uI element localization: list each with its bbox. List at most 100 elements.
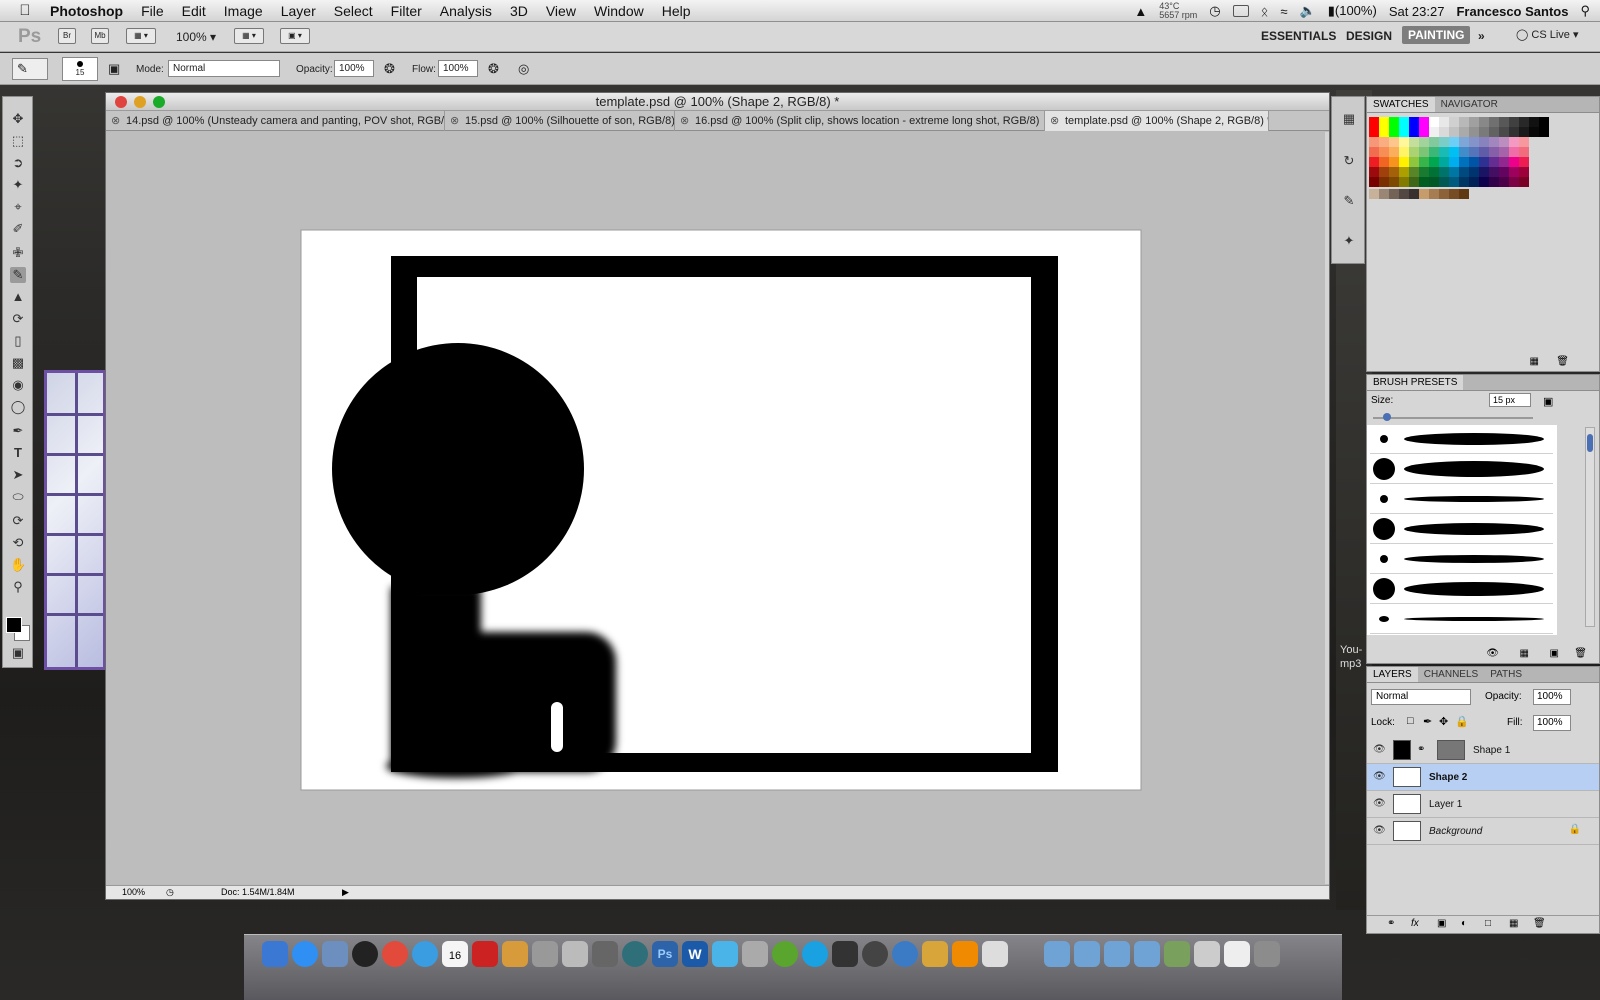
doc-tab-14[interactable]: ⊗ 14.psd @ 100% (Unsteady camera and pan… [106,111,445,131]
3d-orbit-tool-icon[interactable]: ⟲ [10,535,26,551]
tab-navigator[interactable]: NAVIGATOR [1435,97,1504,112]
hand-tool-icon[interactable]: ✋ [10,557,26,573]
tab-close-icon[interactable]: ⊗ [1050,111,1059,131]
trash-icon[interactable] [1254,941,1280,967]
time-machine-icon[interactable]: ◷ [1209,3,1220,19]
tab-paths[interactable]: PATHS [1484,667,1528,682]
dvd-player-icon[interactable] [352,941,378,967]
doc-tab-16[interactable]: ⊗ 16.psd @ 100% (Split clip, shows locat… [675,111,1045,131]
layer-row-background[interactable]: 👁 Background 🔒 [1367,818,1599,845]
documents-folder-icon[interactable] [1074,941,1100,967]
clone-source-panel-icon[interactable]: ✦ [1340,233,1358,251]
downloads-folder-icon[interactable] [1104,941,1130,967]
status-menu-arrow-icon[interactable]: ▶ [342,886,349,899]
system-preferences-icon[interactable] [742,941,768,967]
apple-menu-icon[interactable]:  [0,2,50,19]
size-input[interactable]: 15 px [1489,393,1531,407]
finder-icon[interactable] [262,941,288,967]
skype-icon[interactable] [802,941,828,967]
mini-bridge-button[interactable]: Mb [91,28,109,44]
workspace-painting[interactable]: PAINTING [1402,26,1471,44]
workspace-essentials[interactable]: ESSENTIALS [1261,29,1336,43]
mode-select[interactable]: Normal [168,60,280,77]
new-brush-icon[interactable]: ▣ [1550,648,1559,659]
desktop-file-label[interactable]: You- mp3 [1340,643,1362,671]
screen-mode-button[interactable]: ▣ ▾ [280,28,310,44]
doc-tab-15[interactable]: ⊗ 15.psd @ 100% (Silhouette of son, RGB/… [445,111,675,131]
view-extras-button[interactable]: ▦ ▾ [126,28,156,44]
stack-icon[interactable] [1164,941,1190,967]
shape-tool-icon[interactable]: ⬭ [10,489,26,505]
facetime-icon[interactable] [592,941,618,967]
cs-live-button[interactable]: ◯ CS Live ▾ [1516,28,1578,41]
document-canvas[interactable] [106,132,1326,884]
mini-bridge-panel-icon[interactable]: ▦ [1340,111,1358,129]
brush-preset-item[interactable] [1370,425,1553,454]
tab-swatches[interactable]: SWATCHES [1367,97,1435,112]
final-cut-icon[interactable] [832,941,858,967]
time-machine-icon[interactable] [622,941,648,967]
arrange-documents-button[interactable]: ▦ ▾ [234,28,264,44]
status-zoom[interactable]: 100% [122,886,145,899]
layer-row-shape-1[interactable]: 👁 ⚭ Shape 1 [1367,737,1599,764]
applications-folder-icon[interactable] [1044,941,1070,967]
layer-visibility-icon[interactable]: 👁 [1373,825,1386,836]
wifi-app-icon[interactable] [892,941,918,967]
menu-filter[interactable]: Filter [391,3,422,19]
tab-layers[interactable]: LAYERS [1367,667,1418,682]
size-slider-thumb[interactable] [1383,413,1391,421]
menu-layer[interactable]: Layer [281,3,316,19]
brush-tool-icon[interactable]: ✎ [10,267,26,283]
tab-close-icon[interactable]: ⊗ [450,111,459,131]
layer-row-layer-1[interactable]: 👁 Layer 1 [1367,791,1599,818]
flow-field[interactable]: 100% [438,60,478,77]
tab-channels[interactable]: CHANNELS [1418,667,1484,682]
vlc-icon[interactable] [952,941,978,967]
size-slider[interactable] [1373,413,1533,421]
spotlight-icon[interactable]: ⚲ [1580,3,1590,19]
close-window-icon[interactable] [115,96,127,108]
fill-field[interactable]: 100% [1533,715,1571,731]
menu-select[interactable]: Select [334,3,373,19]
app-store-icon[interactable] [292,941,318,967]
zoom-window-icon[interactable] [153,96,165,108]
foreground-color-swatch[interactable] [6,617,22,633]
menu-file[interactable]: File [141,3,164,19]
tool-preset-picker[interactable]: ✎ [12,58,48,80]
utorrent-icon[interactable] [772,941,798,967]
wifi-icon[interactable]: ≈ [1280,4,1287,19]
vertical-scrollbar[interactable] [1325,132,1329,884]
blend-mode-select[interactable]: Normal [1371,689,1471,705]
itunes-icon[interactable] [412,941,438,967]
screenshot-stack-icon[interactable] [1194,941,1220,967]
menu-analysis[interactable]: Analysis [440,3,492,19]
clone-stamp-tool-icon[interactable]: ▲ [10,289,26,305]
brush-preset-item[interactable] [1370,605,1553,634]
pressure-size-icon[interactable]: ◎ [518,61,529,77]
link-layers-icon[interactable]: ⚭ [1387,918,1395,929]
minimize-window-icon[interactable] [134,96,146,108]
eraser-tool-icon[interactable]: ▯ [10,333,26,349]
brush-preset-item[interactable] [1370,515,1553,544]
display-icon[interactable] [1232,5,1249,17]
photo-booth-icon[interactable] [472,941,498,967]
layer-visibility-icon[interactable]: 👁 [1373,798,1386,809]
bridge-button[interactable]: Br [58,28,76,44]
brush-preset-list[interactable] [1367,425,1557,635]
movies-folder-icon[interactable] [1134,941,1160,967]
layer-visibility-icon[interactable]: 👁 [1373,744,1386,755]
battery-icon[interactable]: ▮(100%) [1328,3,1377,19]
imovie-icon[interactable] [532,941,558,967]
new-layer-icon[interactable]: ▦ [1509,918,1518,929]
mail-icon[interactable] [562,941,588,967]
photoshop-dock-icon[interactable]: Ps [652,941,678,967]
3d-rotate-tool-icon[interactable]: ⟳ [10,513,26,529]
menu-image[interactable]: Image [224,3,263,19]
add-mask-icon[interactable]: ▣ [1437,918,1446,929]
layer-opacity-field[interactable]: 100% [1533,689,1571,705]
layer-style-icon[interactable]: fx [1411,918,1419,929]
menu-view[interactable]: View [546,3,576,19]
document-title-bar[interactable]: template.psd @ 100% (Shape 2, RGB/8) * [106,93,1329,111]
temperature-readout[interactable]: 43°C 5657 rpm [1159,2,1197,20]
lock-all-icon[interactable]: 🔒 [1455,715,1469,728]
